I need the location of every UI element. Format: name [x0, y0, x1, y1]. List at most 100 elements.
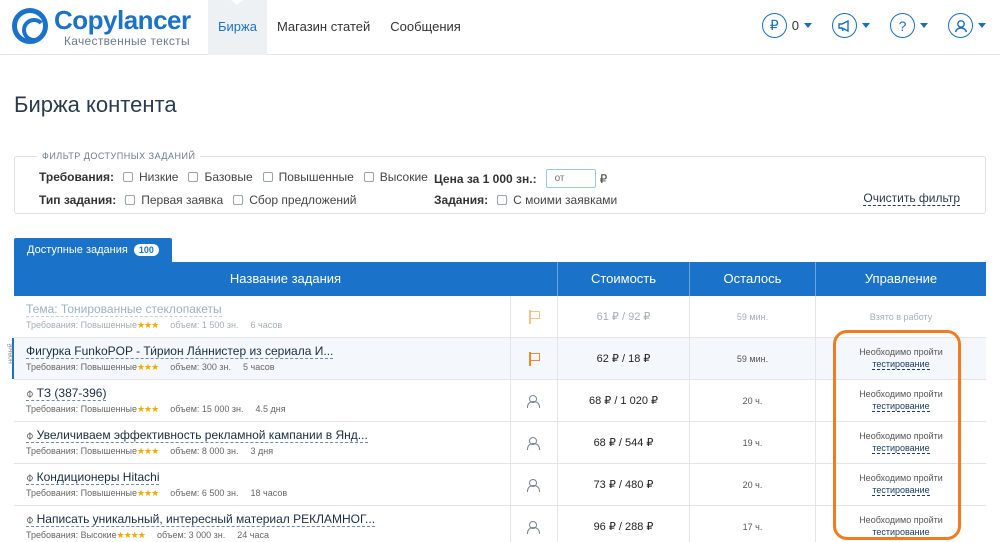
task-title-link[interactable]: ⌀ Увеличиваем эффективность рекламной кам… [23, 428, 368, 443]
users-icon [527, 520, 541, 534]
flag-icon [527, 351, 541, 366]
nav-item-messages[interactable]: Сообщения [380, 0, 471, 55]
stars-icon: ★★★ [136, 446, 159, 456]
req-basic-option[interactable]: Базовые [188, 170, 253, 184]
col-task-name[interactable]: Название задания [14, 262, 558, 296]
task-time-left: 59 мин. [690, 296, 816, 337]
task-type-label: Тип задания: [39, 193, 117, 207]
checkbox[interactable] [125, 195, 136, 205]
page-title: Биржа контента [14, 92, 177, 117]
tab-count-badge: 100 [133, 244, 159, 256]
task-time-left: 20 ч. [690, 464, 816, 505]
task-controls: Необходимо пройти тестирование [859, 431, 943, 454]
top-header: Copylancer Качественные тексты Биржа Маг… [0, 0, 1000, 55]
currency-label: ₽ [599, 171, 608, 186]
task-meta: Требования: Высокие ★★★★ объем: 3 000 зн… [26, 530, 269, 540]
balance-value: 0 [791, 18, 799, 33]
testing-link[interactable]: тестирование [872, 527, 930, 538]
checkbox[interactable] [233, 195, 244, 205]
paperclip-icon: ⌀ [23, 512, 37, 526]
paperclip-icon: ⌀ [23, 470, 37, 484]
task-title-link[interactable]: Тема: Тонированные стеклопакеты [26, 302, 222, 317]
clear-filter-link[interactable]: Очистить фильтр [863, 191, 960, 206]
task-status: Взято в работу [869, 311, 933, 322]
help-icon: ? [890, 13, 915, 38]
task-title-link[interactable]: ⌀ Написать уникальный, интересный материа… [23, 512, 376, 527]
first-request-option[interactable]: Первая заявка [125, 193, 223, 207]
testing-link[interactable]: тестирование [872, 485, 930, 496]
task-cost: 68 ₽ / 1 020 ₽ [558, 380, 690, 421]
user-menu[interactable] [948, 13, 986, 38]
megaphone-icon [832, 13, 857, 38]
task-cost: 68 ₽ / 544 ₽ [558, 422, 690, 463]
task-meta: Требования: Повышенные ★★★ объем: 1 500 … [26, 320, 283, 330]
checkbox[interactable] [122, 172, 133, 182]
task-cost: 61 ₽ / 92 ₽ [558, 296, 690, 337]
stars-icon: ★★★ [136, 488, 159, 498]
testing-link[interactable]: тестирование [872, 359, 930, 370]
main-nav: Биржа Магазин статей Сообщения [208, 0, 471, 55]
requirements-label: Требования: [39, 170, 114, 184]
checkbox[interactable] [497, 195, 508, 205]
tab-available-tasks[interactable]: Доступные задания 100 [14, 238, 172, 262]
task-meta: Требования: Повышенные ★★★ объем: 8 000 … [26, 446, 274, 456]
logo-tagline: Качественные тексты [64, 34, 190, 48]
requirements-row: Требования: Низкие Базовые Повышенные Вы… [39, 170, 434, 184]
nav-item-article-shop[interactable]: Магазин статей [267, 0, 380, 55]
users-icon [527, 436, 541, 450]
task-meta: Требования: Повышенные ★★★ объем: 15 000… [26, 404, 286, 414]
task-time-left: 59 мин. [690, 338, 816, 379]
testing-link[interactable]: тестирование [872, 401, 930, 412]
stars-icon: ★★★ [136, 404, 159, 414]
my-requests-option[interactable]: С моими заявками [497, 193, 617, 207]
tab-label: Доступные задания [27, 244, 128, 256]
table-row: ⌀ Кондиционеры Hitachi Требования: Повыше… [14, 464, 986, 506]
table-row: ⌀ ТЗ (387-396) Требования: Повышенные ★★★… [14, 380, 986, 422]
price-label: Цена за 1 000 зн.: [434, 171, 537, 186]
testing-link[interactable]: тестирование [872, 443, 930, 454]
req-increased-option[interactable]: Повышенные [262, 170, 354, 184]
table-row: ⌀ Написать уникальный, интересный материа… [14, 506, 986, 542]
help-menu[interactable]: ? [890, 13, 928, 38]
task-meta: Требования: Повышенные ★★★ объем: 6 500 … [26, 488, 288, 498]
logo-name: Copylancer [54, 5, 191, 35]
balance-menu[interactable]: ₽ 0 [761, 13, 812, 38]
logo-mark-icon [12, 8, 48, 44]
chevron-down-icon [978, 23, 986, 28]
task-time-left: 19 ч. [690, 422, 816, 463]
ruble-icon: ₽ [761, 13, 787, 38]
req-high-option[interactable]: Высокие [363, 170, 428, 184]
task-controls: Необходимо пройти тестирование [859, 347, 943, 370]
checkbox[interactable] [188, 172, 199, 182]
checkbox[interactable] [363, 172, 374, 182]
notifications-menu[interactable] [832, 13, 870, 38]
price-from-input[interactable] [545, 169, 596, 188]
task-title-link[interactable]: ⌀ ТЗ (387-396) [23, 386, 107, 401]
chevron-down-icon [862, 23, 870, 28]
copylancer-logo[interactable]: Copylancer Качественные тексты [12, 5, 202, 50]
filter-legend: ФИЛЬТР ДОСТУПНЫХ ЗАДАНИЙ [37, 151, 201, 161]
task-meta: Требования: Повышенные ★★★ объем: 300 зн… [26, 362, 275, 372]
chevron-down-icon [920, 23, 928, 28]
task-cost: 73 ₽ / 480 ₽ [558, 464, 690, 505]
checkbox[interactable] [262, 172, 273, 182]
chevron-down-icon [804, 23, 812, 28]
task-controls: Необходимо пройти тестирование [859, 515, 943, 538]
user-icon [948, 13, 973, 38]
tasks-row: Задания: С моими заявками [434, 193, 623, 207]
task-title-link[interactable]: ⌀ Кондиционеры Hitachi [23, 470, 160, 485]
header-tools: ₽ 0 ? [742, 13, 986, 38]
col-time-left[interactable]: Осталось [690, 262, 816, 296]
table-row: Тема: Тонированные стеклопакеты Требован… [14, 296, 986, 338]
nav-item-exchange[interactable]: Биржа [208, 0, 267, 55]
users-icon [527, 478, 541, 492]
tasks-label: Задания: [434, 193, 489, 207]
stars-icon: ★★★★ [116, 530, 146, 540]
req-low-option[interactable]: Низкие [122, 170, 178, 184]
paperclip-icon: ⌀ [23, 386, 37, 400]
task-title-link[interactable]: Фигурка FunkoPOP - Ти́рион Ла́ннистер из… [26, 344, 334, 359]
col-cost[interactable]: Стоимость [558, 262, 690, 296]
collect-offers-option[interactable]: Сбор предложений [233, 193, 356, 207]
task-cost: 96 ₽ / 288 ₽ [558, 506, 690, 542]
table-row: ⌀ Увеличиваем эффективность рекламной кам… [14, 422, 986, 464]
